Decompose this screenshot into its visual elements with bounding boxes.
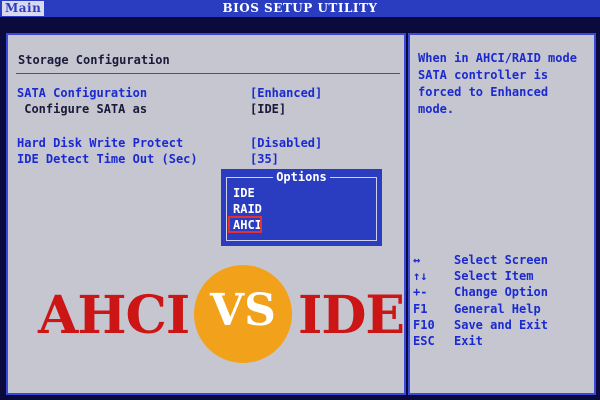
section-divider bbox=[16, 73, 400, 74]
utility-title: BIOS SETUP UTILITY bbox=[222, 1, 378, 15]
setting-sata-configuration-value[interactable]: [Enhanced] bbox=[250, 86, 322, 100]
key-select-screen: ↔ bbox=[413, 253, 421, 267]
setting-hard-disk-write-protect-value[interactable]: [Disabled] bbox=[250, 136, 322, 150]
title-bar: BIOS SETUP UTILITY Main bbox=[0, 0, 600, 17]
options-popup: Options IDE RAID AHCI bbox=[220, 168, 383, 247]
ahci-highlight-box bbox=[228, 216, 262, 233]
setting-hard-disk-write-protect[interactable]: Hard Disk Write Protect bbox=[17, 136, 183, 150]
setting-configure-sata-as-value[interactable]: [IDE] bbox=[250, 102, 286, 116]
overlay-vs-text: VS bbox=[210, 285, 276, 336]
help-line: When in AHCI/RAID mode bbox=[418, 51, 577, 65]
help-line: forced to Enhanced bbox=[418, 85, 549, 99]
key-general-help: F1 bbox=[413, 302, 428, 316]
option-raid[interactable]: RAID bbox=[233, 202, 262, 216]
key-change-option-action: Change Option bbox=[454, 285, 548, 299]
key-general-help-action: General Help bbox=[454, 302, 541, 316]
key-exit: ESC bbox=[413, 334, 435, 348]
setting-configure-sata-as[interactable]: Configure SATA as bbox=[17, 102, 147, 116]
help-line: SATA controller is bbox=[418, 68, 549, 82]
overlay-ide-text: IDE bbox=[298, 285, 405, 346]
key-save-exit: F10 bbox=[413, 318, 435, 332]
setting-sata-configuration[interactable]: SATA Configuration bbox=[17, 86, 147, 100]
key-save-exit-action: Save and Exit bbox=[454, 318, 548, 332]
vs-circle: VS bbox=[194, 265, 292, 363]
option-ide[interactable]: IDE bbox=[233, 186, 255, 200]
options-title: Options bbox=[221, 170, 382, 184]
key-select-item: ↑↓ bbox=[413, 269, 428, 283]
key-change-option: +- bbox=[413, 285, 428, 299]
key-select-item-action: Select Item bbox=[454, 269, 534, 283]
setting-ide-detect-timeout-value[interactable]: [35] bbox=[250, 152, 279, 166]
section-title: Storage Configuration bbox=[18, 53, 170, 67]
key-exit-action: Exit bbox=[454, 334, 483, 348]
tab-main[interactable]: Main bbox=[2, 1, 45, 16]
help-line: mode. bbox=[418, 102, 455, 116]
setting-ide-detect-timeout[interactable]: IDE Detect Time Out (Sec) bbox=[17, 152, 198, 166]
key-select-screen-action: Select Screen bbox=[454, 253, 548, 267]
overlay-ahci-text: AHCI bbox=[38, 285, 190, 346]
help-panel: When in AHCI/RAID mode SATA controller i… bbox=[408, 33, 596, 395]
